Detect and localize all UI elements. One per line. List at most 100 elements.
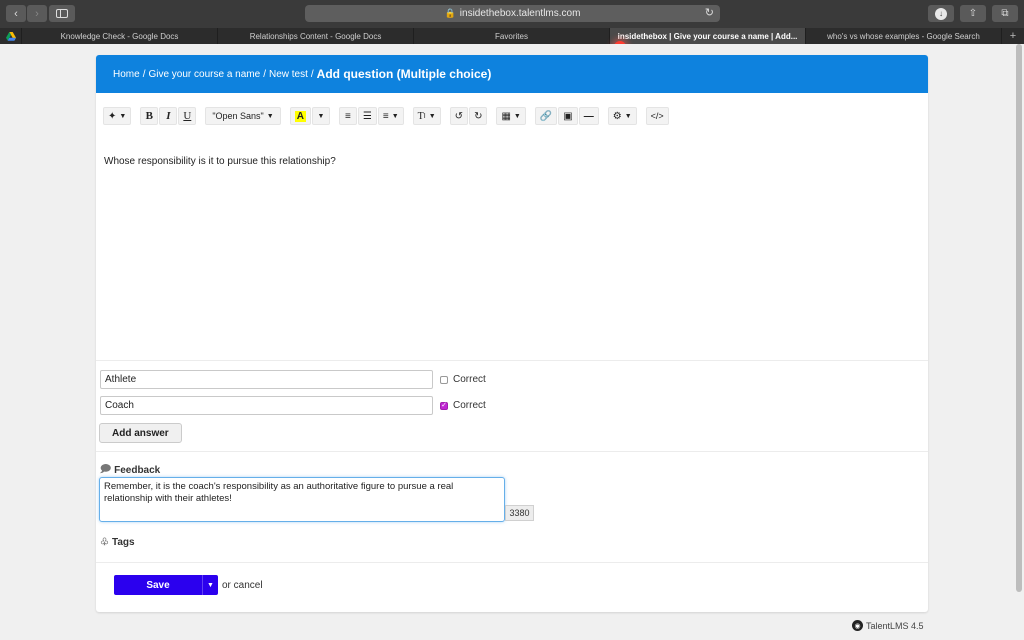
bullet-list-icon: ≡: [345, 110, 351, 122]
numbered-list-button[interactable]: ☰: [357, 107, 377, 125]
add-answer-button[interactable]: Add answer: [99, 423, 182, 443]
tab-favorites[interactable]: Favorites: [414, 28, 610, 44]
new-tab-button[interactable]: +: [1002, 28, 1024, 44]
text-size-button[interactable]: T I ▼: [412, 107, 441, 125]
chevron-down-icon: ▼: [428, 112, 436, 120]
table-button[interactable]: ▦ ▼: [496, 107, 526, 125]
redo-button[interactable]: ↻: [469, 107, 488, 125]
insert-link-button[interactable]: 🔗: [534, 107, 558, 125]
chevron-down-icon: ▼: [391, 112, 399, 120]
more-options-button[interactable]: ⚙ ▼: [607, 107, 637, 125]
downloads-button[interactable]: ↓: [928, 5, 954, 22]
save-label: Save: [146, 579, 170, 591]
save-button[interactable]: Save ▼: [114, 575, 218, 595]
highlight-color-button[interactable]: A: [289, 107, 311, 125]
link-icon: 🔗: [539, 110, 553, 122]
correct-checkbox[interactable]: [440, 375, 448, 384]
code-view-button[interactable]: </>: [645, 107, 669, 125]
breadcrumb-test[interactable]: New test: [269, 69, 308, 80]
feedback-label-text: Feedback: [114, 465, 161, 476]
editor-divider: [96, 360, 928, 361]
breadcrumb: Home / Give your course a name / New tes…: [96, 55, 928, 93]
character-counter: 3380: [505, 505, 534, 521]
url-text: insidethebox.talentlms.com: [459, 8, 581, 19]
horizontal-rule-button[interactable]: —: [578, 107, 599, 125]
editor-toolbar: ✦ ▼ B I U "Open Sans" ▼ A ▼ ≡ ☰ ≡ ▼ T I ▼ ↺ ↻…: [103, 107, 669, 125]
save-dropdown-toggle[interactable]: ▼: [202, 575, 218, 595]
answer-input[interactable]: [100, 396, 433, 415]
page-title: Add question (Multiple choice): [316, 67, 492, 81]
share-icon: ⇧: [968, 8, 978, 19]
talentlms-logo-icon: ◉: [852, 620, 863, 631]
undo-button[interactable]: ↺: [449, 107, 469, 125]
highlight-color-dropdown[interactable]: ▼: [311, 107, 330, 125]
lock-icon: 🔒: [444, 8, 456, 18]
feedback-textarea[interactable]: Remember, it is the coach's responsibili…: [99, 477, 505, 522]
italic-button[interactable]: I: [159, 107, 178, 125]
gears-icon: ⚙: [612, 110, 622, 122]
italic-icon: I: [166, 110, 171, 122]
chevron-down-icon: ▼: [317, 112, 325, 120]
style-magic-button[interactable]: ✦ ▼: [103, 107, 132, 125]
tab-knowledge-check[interactable]: Knowledge Check - Google Docs: [22, 28, 218, 44]
chevron-down-icon: ▼: [119, 112, 127, 120]
browser-titlebar: ‹ › 🔒 insidethebox.talentlms.com ↻ ↓ ⇧ ⧉: [0, 0, 1024, 28]
underline-icon: U: [183, 110, 192, 122]
bold-icon: B: [145, 110, 153, 122]
footer-brand-text: TalentLMS 4.5: [866, 620, 924, 631]
tag-icon: ♧: [100, 537, 109, 548]
nav-buttons: ‹ ›: [6, 5, 47, 22]
forward-button[interactable]: ›: [27, 5, 47, 22]
share-button[interactable]: ⇧: [960, 5, 986, 22]
tab-bar: Knowledge Check - Google Docs Relationsh…: [0, 28, 1024, 44]
bold-button[interactable]: B: [140, 107, 159, 125]
breadcrumb-separator: /: [263, 68, 266, 80]
font-family-select[interactable]: "Open Sans" ▼: [205, 107, 281, 125]
redo-icon: ↻: [474, 110, 483, 122]
highlight-icon: A: [294, 110, 306, 122]
page: Home / Give your course a name / New tes…: [0, 44, 1024, 640]
correct-checkbox[interactable]: [440, 401, 448, 410]
answer-row: Correct: [100, 396, 486, 415]
tab-pinned-drive[interactable]: [0, 28, 22, 44]
magic-wand-icon: ✦: [108, 110, 117, 122]
numbered-list-icon: ☰: [362, 110, 372, 122]
image-icon: ▣: [563, 110, 573, 122]
chevron-down-icon: ▼: [266, 112, 274, 120]
table-icon: ▦: [501, 110, 511, 122]
align-left-icon: ≡: [382, 110, 389, 122]
question-editor[interactable]: Whose responsibility is it to pursue thi…: [104, 156, 336, 167]
breadcrumb-home[interactable]: Home: [113, 69, 140, 80]
cancel-link[interactable]: or cancel: [222, 580, 263, 591]
back-button[interactable]: ‹: [6, 5, 26, 22]
section-divider: [96, 451, 928, 452]
paragraph-align-button[interactable]: ≡ ▼: [377, 107, 404, 125]
question-card: Home / Give your course a name / New tes…: [96, 55, 928, 612]
tags-label-text: Tags: [111, 537, 135, 548]
font-family-label: "Open Sans": [212, 111, 264, 121]
undo-icon: ↺: [454, 110, 464, 122]
page-scrollbar[interactable]: [1016, 44, 1022, 592]
bullet-list-button[interactable]: ≡: [338, 107, 357, 125]
answer-input[interactable]: [100, 370, 433, 389]
chevron-down-icon: ▼: [207, 581, 214, 589]
section-divider: [96, 562, 928, 563]
sidebar-toggle-button[interactable]: [49, 5, 75, 22]
tab-insidethebox[interactable]: insidethebox | Give your course a name |…: [610, 28, 806, 44]
breadcrumb-course[interactable]: Give your course a name: [148, 69, 260, 80]
tab-google-search[interactable]: who's vs whose examples - Google Search: [806, 28, 1002, 44]
code-icon: </>: [650, 111, 664, 121]
reload-icon[interactable]: ↻: [705, 6, 714, 19]
sidebar-icon: [56, 9, 68, 18]
correct-label: Correct: [453, 374, 486, 385]
tab-overview-button[interactable]: ⧉: [992, 5, 1018, 22]
underline-button[interactable]: U: [178, 107, 197, 125]
insert-image-button[interactable]: ▣: [558, 107, 578, 125]
tags-toggle[interactable]: ♧ Tags: [100, 537, 135, 548]
breadcrumb-separator: /: [310, 68, 314, 80]
breadcrumb-separator: /: [142, 68, 146, 80]
correct-label: Correct: [453, 400, 486, 411]
address-bar[interactable]: 🔒 insidethebox.talentlms.com ↻: [305, 5, 720, 22]
tab-relationships-content[interactable]: Relationships Content - Google Docs: [218, 28, 414, 44]
tabs-icon: ⧉: [1001, 8, 1009, 19]
